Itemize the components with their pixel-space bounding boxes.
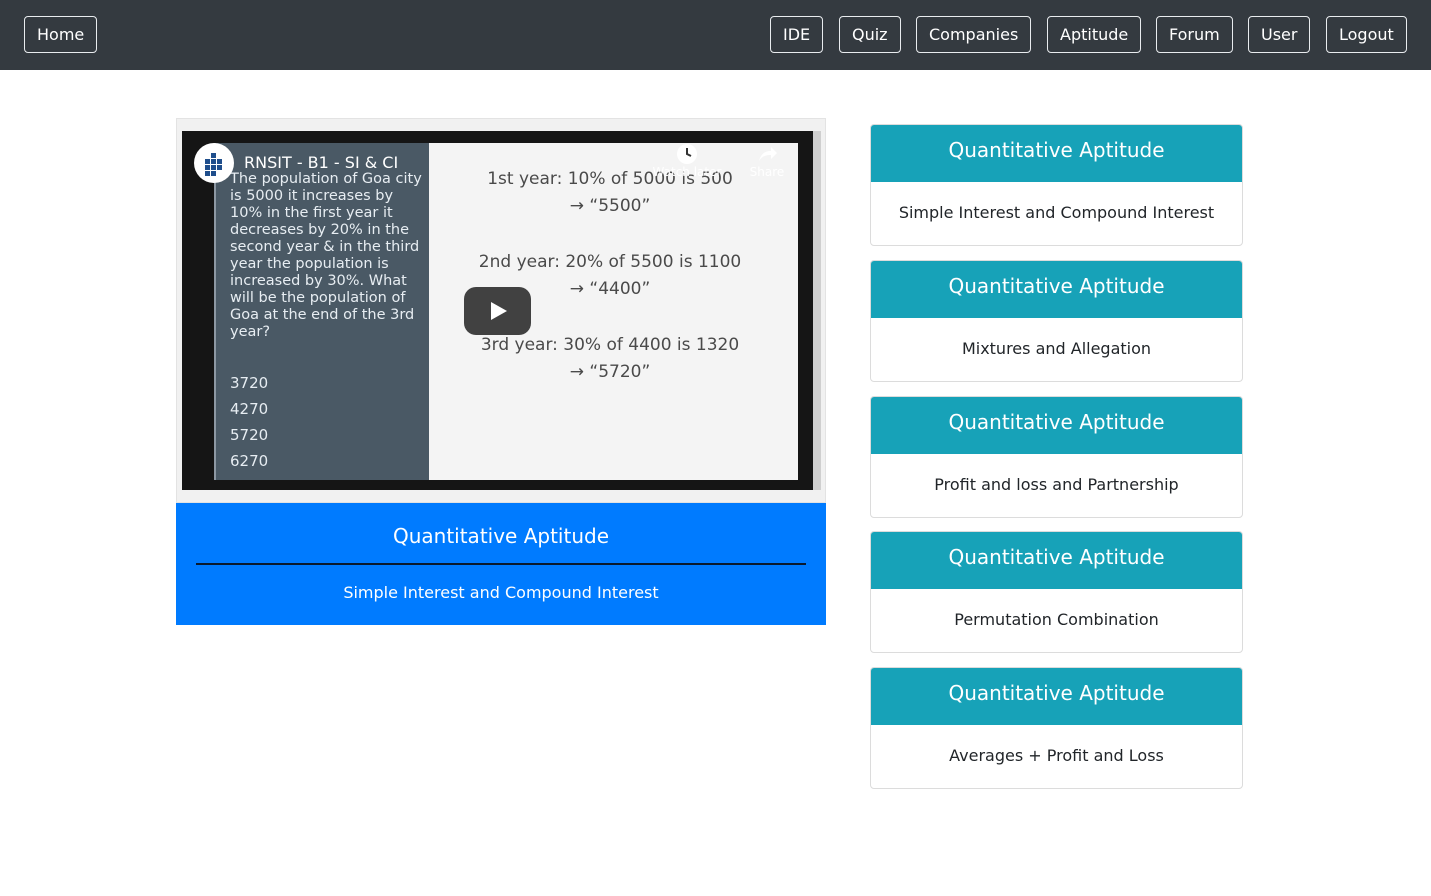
share-button[interactable]: Share (744, 143, 790, 179)
slide-option: 5720 (230, 426, 269, 444)
topic-card[interactable]: Quantitative Aptitude Permutation Combin… (870, 531, 1243, 653)
video-caption-panel: Quantitative Aptitude Simple Interest an… (176, 503, 826, 625)
nav-logout-button[interactable]: Logout (1326, 16, 1407, 53)
caption-divider (196, 563, 806, 565)
clock-icon (677, 144, 697, 164)
nav-ide-button[interactable]: IDE (770, 16, 824, 53)
video-container: The population of Goa city is 5000 it in… (176, 118, 826, 503)
topic-card[interactable]: Quantitative Aptitude Simple Interest an… (870, 124, 1243, 246)
card-title: Quantitative Aptitude (871, 125, 1242, 182)
card-topic: Mixtures and Allegation (961, 339, 1152, 358)
nav-quiz-button[interactable]: Quiz (839, 16, 901, 53)
nav-aptitude-button[interactable]: Aptitude (1047, 16, 1142, 53)
card-title: Quantitative Aptitude (871, 668, 1242, 725)
share-label: Share (749, 165, 785, 179)
slide-question-text: The population of Goa city is 5000 it in… (230, 171, 422, 340)
slide-option: 3720 (230, 374, 269, 392)
play-icon (491, 302, 507, 320)
card-topic: Profit and loss and Partnership (934, 475, 1179, 494)
topic-card[interactable]: Quantitative Aptitude Mixtures and Alleg… (870, 260, 1243, 382)
card-topic: Averages + Profit and Loss (949, 746, 1164, 765)
caption-subtitle: Simple Interest and Compound Interest (343, 583, 659, 602)
nav-user-button[interactable]: User (1248, 16, 1311, 53)
slide-step-line: 2nd year: 20% of 5500 is 1100 (478, 252, 742, 272)
play-button[interactable] (464, 287, 531, 335)
watch-later-button[interactable]: Watch later (652, 143, 722, 179)
card-title: Quantitative Aptitude (871, 532, 1242, 589)
topic-card[interactable]: Quantitative Aptitude Profit and loss an… (870, 396, 1243, 518)
slide-step-line: 3rd year: 30% of 4400 is 1320 (480, 335, 740, 355)
slide-divider (214, 143, 216, 480)
video-title[interactable]: RNSIT - B1 - SI & CI (244, 153, 398, 172)
card-title: Quantitative Aptitude (871, 261, 1242, 318)
share-icon (759, 147, 777, 161)
channel-logo-icon[interactable] (194, 143, 234, 183)
slide-option: 6270 (230, 452, 269, 470)
nav-companies-button[interactable]: Companies (916, 16, 1032, 53)
nav-forum-button[interactable]: Forum (1156, 16, 1233, 53)
slide-step-result: → “5720” (569, 362, 651, 382)
top-navbar: Home IDE Quiz Companies Aptitude Forum U… (0, 0, 1431, 70)
card-title: Quantitative Aptitude (871, 397, 1242, 454)
watch-later-label: Watch later (652, 165, 722, 179)
caption-title: Quantitative Aptitude (392, 524, 610, 548)
video-player[interactable]: The population of Goa city is 5000 it in… (182, 131, 813, 490)
video-scrollbar[interactable] (813, 131, 821, 490)
slide-step-result: → “5500” (569, 196, 651, 216)
slide-option: 4270 (230, 400, 269, 418)
nav-home-button[interactable]: Home (24, 16, 98, 53)
card-topic: Permutation Combination (954, 610, 1159, 629)
card-topic: Simple Interest and Compound Interest (898, 203, 1215, 222)
topic-card[interactable]: Quantitative Aptitude Averages + Profit … (870, 667, 1243, 789)
